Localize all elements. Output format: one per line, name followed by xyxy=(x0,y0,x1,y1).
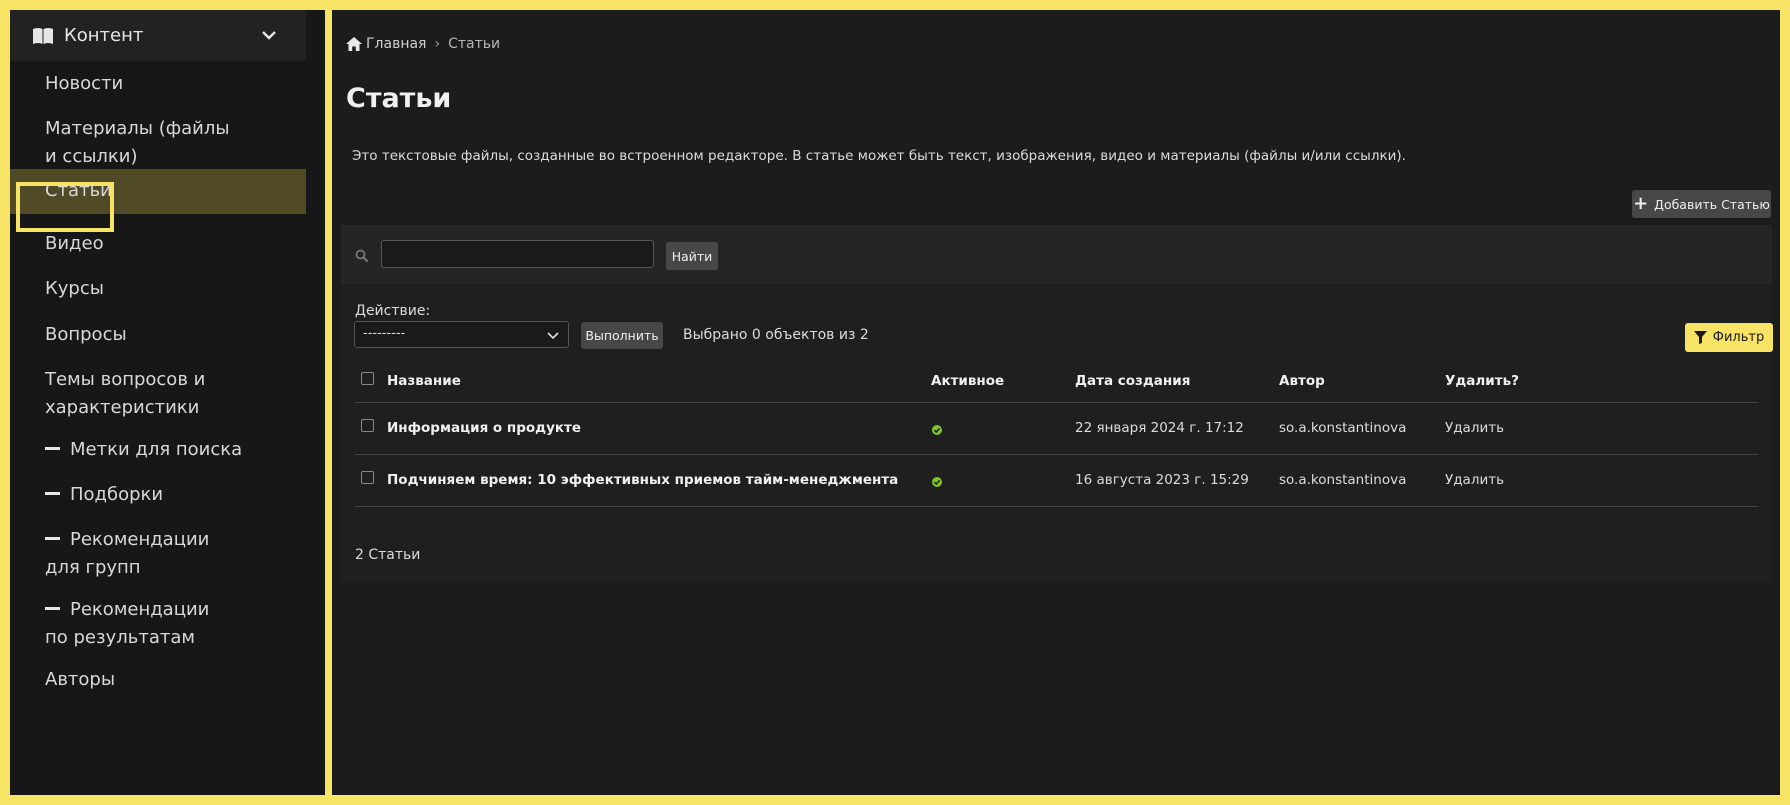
filter-label: Фильтр xyxy=(1712,330,1765,345)
sidebar-item-label: Авторы xyxy=(45,669,116,690)
sidebar-item-label: Подборки xyxy=(70,484,164,505)
sidebar-item-search-tags[interactable]: Метки для поиска xyxy=(10,429,306,471)
dash-icon xyxy=(45,446,60,450)
sidebar-item-label: Видео xyxy=(45,233,104,254)
main-content: Главная › Статьи Статьи Это текстовые фа… xyxy=(332,10,1780,795)
header-created[interactable]: Дата создания xyxy=(1075,373,1190,389)
row-checkbox[interactable] xyxy=(361,419,374,432)
row-created: 22 января 2024 г. 17:12 xyxy=(1075,420,1244,436)
row-delete-link[interactable]: Удалить xyxy=(1445,472,1504,488)
header-name[interactable]: Название xyxy=(387,373,461,389)
row-author: so.a.konstantinova xyxy=(1279,420,1407,436)
table-row: Информация о продукте 22 января 2024 г. … xyxy=(355,403,1758,455)
home-icon[interactable] xyxy=(346,37,362,51)
sidebar-item-label: Темы вопросов и характеристики xyxy=(45,369,206,418)
sidebar: Контент Новости Материалы (файлы и ссылк… xyxy=(10,10,325,795)
sidebar-item-questions[interactable]: Вопросы xyxy=(10,314,306,356)
search-icon xyxy=(355,249,369,263)
book-icon xyxy=(33,27,53,44)
add-article-button[interactable]: + Добавить Статью xyxy=(1632,190,1771,218)
row-created: 16 августа 2023 г. 15:29 xyxy=(1075,472,1249,488)
page-title: Статьи xyxy=(346,83,452,114)
selection-count: Выбрано 0 объектов из 2 xyxy=(683,327,869,343)
table-header: Название Активное Дата создания Автор Уд… xyxy=(355,356,1758,403)
search-input[interactable] xyxy=(381,240,654,268)
action-select-value: --------- xyxy=(363,326,406,341)
sidebar-section-title: Контент xyxy=(64,25,144,46)
header-author[interactable]: Автор xyxy=(1279,373,1325,389)
chevron-down-icon xyxy=(547,332,559,340)
sidebar-item-label: Рекомендации по результатам xyxy=(45,599,210,648)
page-description: Это текстовые файлы, созданные во встрое… xyxy=(352,148,1406,164)
sidebar-item-label: Курсы xyxy=(45,278,104,299)
run-action-button[interactable]: Выполнить xyxy=(581,322,663,349)
search-button[interactable]: Найти xyxy=(666,242,718,270)
sidebar-section-header[interactable]: Контент xyxy=(10,10,306,61)
add-article-label: Добавить Статью xyxy=(1654,196,1770,212)
articles-table: Название Активное Дата создания Автор Уд… xyxy=(355,356,1758,507)
dash-icon xyxy=(45,491,60,495)
sidebar-item-materials[interactable]: Материалы (файлы и ссылки) xyxy=(10,108,306,178)
row-name-link[interactable]: Подчиняем время: 10 эффективных приемов … xyxy=(387,472,898,488)
dash-icon xyxy=(45,606,60,610)
row-author: so.a.konstantinova xyxy=(1279,472,1407,488)
sidebar-item-authors[interactable]: Авторы xyxy=(10,659,306,701)
breadcrumb-home[interactable]: Главная xyxy=(366,36,426,52)
sidebar-item-question-topics[interactable]: Темы вопросов и характеристики xyxy=(10,359,306,429)
sidebar-item-group-recommendations[interactable]: Рекомендации для групп xyxy=(10,519,306,589)
sidebar-item-label: Метки для поиска xyxy=(70,439,243,460)
action-label: Действие: xyxy=(355,303,431,319)
header-active[interactable]: Активное xyxy=(931,373,1004,389)
sidebar-item-result-recommendations[interactable]: Рекомендации по результатам xyxy=(10,589,306,659)
breadcrumb-separator: › xyxy=(434,36,441,52)
results-panel: Действие: --------- Выполнить Выбрано 0 … xyxy=(341,284,1773,582)
dash-icon xyxy=(45,536,60,540)
sidebar-item-collections[interactable]: Подборки xyxy=(10,474,306,516)
header-delete: Удалить? xyxy=(1445,373,1519,389)
table-row: Подчиняем время: 10 эффективных приемов … xyxy=(355,455,1758,507)
sidebar-item-courses[interactable]: Курсы xyxy=(10,268,306,310)
sidebar-item-label: Новости xyxy=(45,73,124,94)
row-delete-link[interactable]: Удалить xyxy=(1445,420,1504,436)
plus-icon: + xyxy=(1633,193,1649,214)
sidebar-item-label: Рекомендации для групп xyxy=(45,529,210,578)
search-bar: Найти xyxy=(341,225,1772,284)
results-count: 2 Статьи xyxy=(355,547,421,563)
breadcrumb-current: Статьи xyxy=(448,36,501,52)
row-checkbox[interactable] xyxy=(361,471,374,484)
filter-icon xyxy=(1693,331,1707,344)
action-select[interactable]: --------- xyxy=(354,321,569,348)
filter-button[interactable]: Фильтр xyxy=(1685,323,1773,352)
check-circle-icon xyxy=(932,477,942,487)
chevron-down-icon[interactable] xyxy=(260,26,278,44)
active-item-highlight xyxy=(16,182,114,232)
sidebar-item-news[interactable]: Новости xyxy=(10,63,306,105)
sidebar-item-label: Материалы (файлы и ссылки) xyxy=(45,118,230,167)
sidebar-item-label: Вопросы xyxy=(45,324,127,345)
check-circle-icon xyxy=(932,425,942,435)
row-name-link[interactable]: Информация о продукте xyxy=(387,420,581,436)
select-all-checkbox[interactable] xyxy=(361,372,374,385)
breadcrumb: Главная › Статьи xyxy=(346,36,500,52)
